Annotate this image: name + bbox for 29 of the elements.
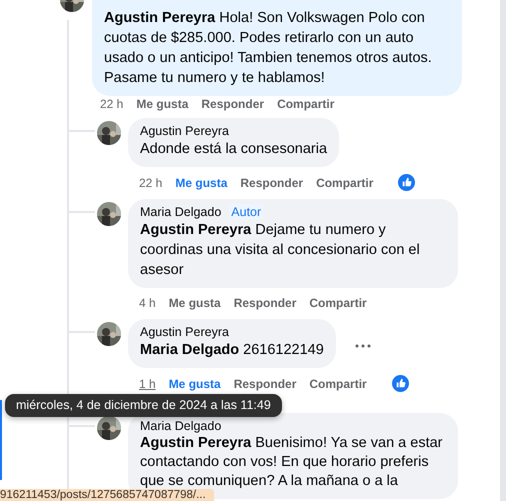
comment-text: Adonde está la consesonaria: [140, 140, 328, 159]
author-badge: Autor: [229, 204, 264, 220]
timestamp-link[interactable]: 22 h: [139, 174, 162, 190]
comment-text: Agustin Pereyra Buenisimo! Ya se van a estar contactando con vos! En que horario preferis que se comuniquen? A la mañana o a la: [140, 434, 444, 490]
share-link[interactable]: Compartir: [309, 376, 367, 392]
date-tooltip: miércoles, 4 de diciembre de 2024 a las 11:49: [5, 394, 282, 417]
reply-link[interactable]: Responder: [234, 376, 296, 392]
like-link[interactable]: Me gusta: [175, 174, 228, 190]
status-bar-url: 916211453/posts/1275685747087798/...: [0, 489, 214, 501]
share-link[interactable]: Compartir: [316, 174, 374, 190]
reply-link[interactable]: Responder: [201, 96, 264, 112]
author-name[interactable]: Maria Delgado: [140, 418, 222, 434]
timestamp-link[interactable]: 1 h: [139, 376, 156, 392]
reply-link[interactable]: Responder: [234, 295, 296, 311]
reply-link[interactable]: Responder: [240, 174, 304, 190]
comment-text: Maria Delgado 2616122149: [140, 341, 324, 360]
like-link[interactable]: Me gusta: [136, 96, 188, 112]
like-link[interactable]: Me gusta: [168, 295, 221, 311]
author-name[interactable]: Agustin Pereyra: [140, 324, 229, 340]
comment-text: Agustin Pereyra Dejame tu numero y coordinas una visita al concesionario con el asesor: [140, 221, 421, 280]
timestamp-link[interactable]: 22 h: [100, 96, 124, 112]
author-name[interactable]: Agustin Pereyra: [140, 123, 229, 139]
share-link[interactable]: Compartir: [277, 96, 334, 112]
timestamp-link[interactable]: 4 h: [139, 295, 156, 311]
share-link[interactable]: Compartir: [309, 295, 367, 311]
author-name[interactable]: Maria Delgado: [140, 204, 222, 220]
like-link[interactable]: Me gusta: [168, 376, 221, 392]
comment-text: Agustin Pereyra Hola! Son Volkswagen Polo con cuotas de $285.000. Podes retirarlo con un auto usado o un anticipo! Tambien tenemos otros autos. Pasame tu numero y te hablamos!: [104, 9, 433, 88]
more-options-icon[interactable]: [354, 344, 371, 348]
